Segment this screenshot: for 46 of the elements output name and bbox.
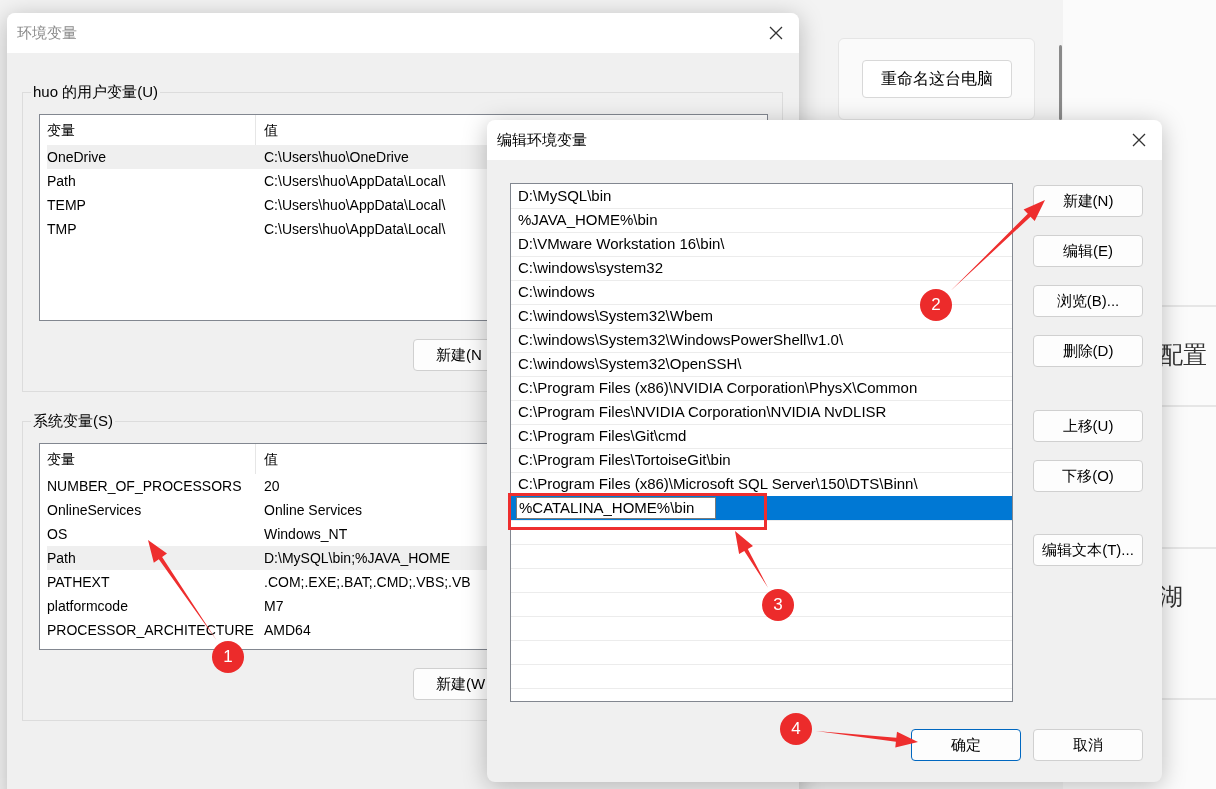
variable-value: AMD64	[263, 620, 311, 640]
column-header[interactable]: 变量	[47, 444, 256, 474]
variable-value: .COM;.EXE;.BAT;.CMD;.VBS;.VB	[263, 572, 471, 592]
variable-name: platformcode	[47, 596, 129, 616]
variable-name: TEMP	[47, 195, 87, 215]
variable-value: M7	[263, 596, 284, 616]
variable-name: OS	[47, 524, 69, 544]
window-title: 环境变量	[17, 22, 77, 43]
variable-value: 20	[263, 476, 280, 496]
variable-value: Online Services	[263, 500, 363, 520]
rename-button[interactable]: 重命名这台电脑	[862, 60, 1012, 98]
close-icon[interactable]	[1132, 133, 1146, 147]
path-input[interactable]: %CATALINA_HOME%\bin	[516, 497, 716, 519]
action-button[interactable]: 上移(U)	[1033, 410, 1143, 442]
variable-value: C:\Users\huo\AppData\Local\	[263, 195, 446, 215]
group-title: 系统变量(S)	[31, 411, 115, 431]
cancel-button[interactable]: 取消	[1033, 729, 1143, 761]
column-header[interactable]: 值	[256, 448, 278, 470]
variable-value: C:\Users\huo\AppData\Local\	[263, 219, 446, 239]
action-button[interactable]: 编辑(E)	[1033, 235, 1143, 267]
variable-value: C:\Users\huo\OneDrive	[263, 147, 409, 167]
path-entry[interactable]: C:\Program Files (x86)\NVIDIA Corporation\PhysX\Common	[511, 376, 1012, 400]
variable-name: PROCESSOR_ARCHITECTURE	[47, 620, 255, 640]
variable-name: Path	[47, 548, 77, 568]
column-header[interactable]: 值	[256, 119, 278, 141]
variable-name: NUMBER_OF_PROCESSORS	[47, 476, 243, 496]
close-icon[interactable]	[769, 26, 783, 40]
action-button[interactable]: 编辑文本(T)...	[1033, 534, 1143, 566]
variable-value: Windows_NT	[263, 524, 348, 544]
variable-name: Path	[47, 171, 77, 191]
scrollbar[interactable]	[1059, 45, 1062, 120]
action-button[interactable]: 下移(O)	[1033, 460, 1143, 492]
path-entry[interactable]: C:\Program Files\NVIDIA Corporation\NVIDIA NvDLISR	[511, 400, 1012, 424]
variable-value: D:\MySQL\bin;%JAVA_HOME	[263, 548, 451, 568]
variable-name: TMP	[47, 219, 78, 239]
path-list[interactable]	[510, 183, 1013, 702]
variable-value: C:\Users\huo\AppData\Local\	[263, 171, 446, 191]
variable-name: OneDrive	[47, 147, 108, 167]
variable-name: PATHEXT	[47, 572, 111, 592]
action-button[interactable]: 浏览(B)...	[1033, 285, 1143, 317]
ok-button[interactable]: 确定	[911, 729, 1021, 761]
variable-name: OnlineServices	[47, 500, 143, 520]
path-entry[interactable]: %CATALINA_HOME%\bin	[511, 496, 1012, 520]
action-button[interactable]: 新建(N)	[1033, 185, 1143, 217]
action-button[interactable]: 删除(D)	[1033, 335, 1143, 367]
group-title: huo 的用户变量(U)	[31, 82, 161, 102]
